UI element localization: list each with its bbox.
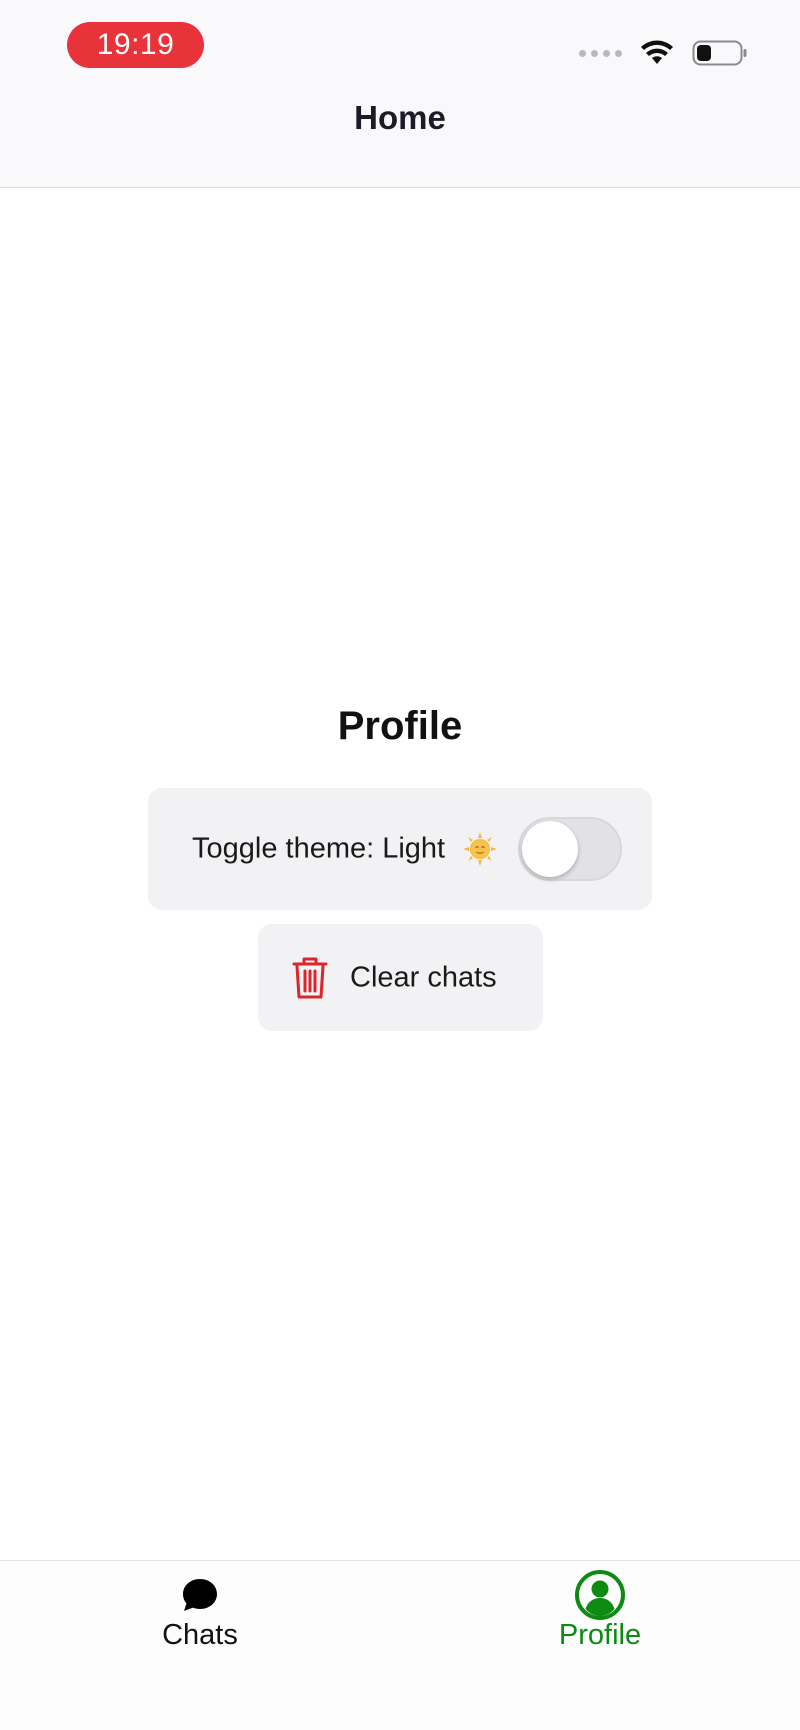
chat-bubble-icon bbox=[183, 1579, 217, 1611]
top-bar: 19:19 Home bbox=[0, 0, 800, 188]
switch-knob bbox=[522, 821, 578, 877]
sun-face-icon bbox=[463, 832, 497, 866]
page-title: Home bbox=[354, 99, 446, 136]
trash-icon bbox=[292, 957, 328, 999]
tab-profile[interactable]: Profile bbox=[500, 1570, 700, 1685]
wifi-icon bbox=[641, 40, 673, 64]
tab-bar: Chats Profile bbox=[0, 1560, 800, 1730]
tab-chats-label: Chats bbox=[162, 1619, 238, 1651]
battery-icon bbox=[692, 40, 747, 66]
tab-chats[interactable]: Chats bbox=[100, 1575, 300, 1685]
user-circle-icon bbox=[575, 1570, 625, 1620]
theme-toggle-row: Toggle theme: Light bbox=[148, 788, 652, 910]
theme-toggle-label: Toggle theme: Light bbox=[192, 832, 446, 865]
theme-switch[interactable] bbox=[518, 817, 622, 881]
clear-chats-label: Clear chats bbox=[350, 961, 497, 993]
tab-profile-label: Profile bbox=[558, 1619, 642, 1651]
profile-heading: Profile bbox=[337, 704, 463, 748]
status-time: 19:19 bbox=[67, 22, 204, 68]
status-icons bbox=[579, 38, 748, 68]
signal-icon bbox=[579, 49, 622, 57]
app-screen: 19:19 Home Profile Toggle theme: Light C… bbox=[0, 0, 800, 1730]
clear-chats-button[interactable]: Clear chats bbox=[258, 924, 543, 1031]
